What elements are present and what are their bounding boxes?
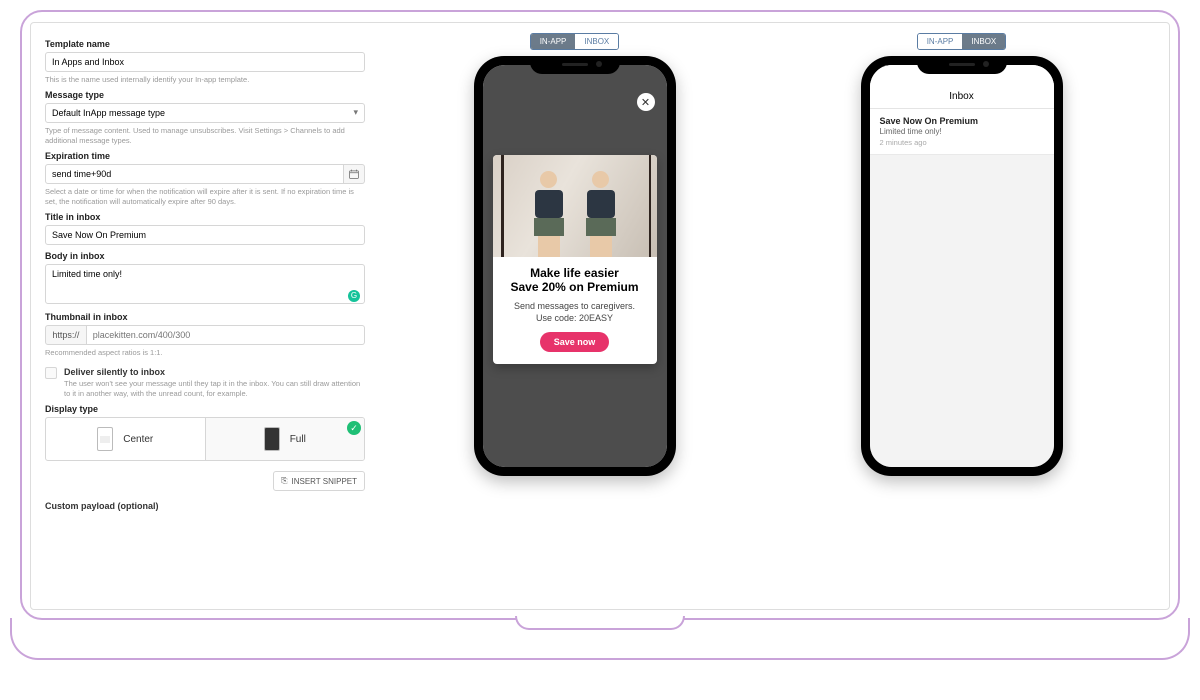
phone-notch-icon [530, 56, 620, 74]
title-label: Title in inbox [45, 212, 365, 222]
grammarly-icon[interactable]: G [348, 290, 360, 302]
full-icon [264, 427, 280, 451]
inapp-preview-col: IN-APP INBOX ✕ Make life easi [381, 33, 768, 599]
display-label: Display type [45, 404, 365, 414]
tab-inapp-2[interactable]: IN-APP [918, 34, 963, 49]
screen: Template name This is the name used inte… [30, 22, 1170, 610]
calendar-icon [349, 169, 359, 179]
inbox-item-sub: Limited time only! [880, 127, 1044, 136]
phone-inapp: ✕ Make life easier Save 20% on Premium S… [474, 56, 676, 476]
silent-title: Deliver silently to inbox [64, 367, 365, 377]
expiration-help: Select a date or time for when the notif… [45, 187, 365, 206]
display-type-row: Center Full ✓ [45, 417, 365, 461]
display-center-label: Center [123, 434, 153, 445]
thumb-input[interactable] [87, 325, 365, 345]
message-type-label: Message type [45, 90, 365, 100]
preview-tabs-right: IN-APP INBOX [917, 33, 1007, 50]
form-panel: Template name This is the name used inte… [45, 33, 365, 599]
body-label: Body in inbox [45, 251, 365, 261]
inapp-heading-1: Make life easier [503, 266, 647, 280]
laptop-frame: Template name This is the name used inte… [20, 10, 1180, 620]
calendar-button[interactable] [344, 164, 365, 184]
inapp-text-1: Send messages to caregivers. [503, 300, 647, 312]
preview-tabs-left: IN-APP INBOX [530, 33, 620, 50]
template-name-input[interactable] [45, 52, 365, 72]
close-icon[interactable]: ✕ [637, 93, 655, 111]
preview-panel: IN-APP INBOX ✕ Make life easi [381, 33, 1155, 599]
display-center-option[interactable]: Center [46, 418, 205, 460]
thumb-help: Recommended aspect ratios is 1:1. [45, 348, 365, 357]
expiration-input[interactable] [45, 164, 344, 184]
display-full-label: Full [290, 434, 306, 445]
payload-label: Custom payload (optional) [45, 501, 365, 511]
title-input[interactable] [45, 225, 365, 245]
silent-row: Deliver silently to inbox The user won't… [45, 367, 365, 398]
tab-inbox-2[interactable]: INBOX [962, 34, 1005, 49]
phone-notch-icon-2 [917, 56, 1007, 74]
template-name-label: Template name [45, 39, 365, 49]
thumb-label: Thumbnail in inbox [45, 312, 365, 322]
body-textarea[interactable] [45, 264, 365, 304]
message-type-help: Type of message content. Used to manage … [45, 126, 365, 145]
inbox-item[interactable]: Save Now On Premium Limited time only! 2… [870, 109, 1054, 155]
tab-inbox[interactable]: INBOX [575, 34, 618, 49]
center-icon [97, 427, 113, 451]
snippet-label: INSERT SNIPPET [292, 477, 358, 486]
laptop-hinge [515, 616, 685, 630]
inapp-image [493, 155, 657, 257]
expiration-label: Expiration time [45, 151, 365, 161]
inbox-item-time: 2 minutes ago [880, 138, 1044, 147]
display-full-option[interactable]: Full [205, 418, 365, 460]
phone-inbox: Inbox Save Now On Premium Limited time o… [861, 56, 1063, 476]
silent-help: The user won't see your message until th… [64, 379, 365, 398]
silent-checkbox[interactable] [45, 367, 57, 379]
inbox-item-title: Save Now On Premium [880, 116, 1044, 126]
inapp-cta-button[interactable]: Save now [540, 332, 610, 352]
snippet-icon: ⎘ [281, 476, 287, 486]
insert-snippet-button[interactable]: ⎘ INSERT SNIPPET [273, 471, 365, 491]
inapp-text-2: Use code: 20EASY [503, 312, 647, 324]
laptop-base [10, 618, 1190, 660]
inapp-heading-2: Save 20% on Premium [503, 280, 647, 294]
check-icon: ✓ [347, 421, 361, 435]
thumb-protocol[interactable]: https:// [45, 325, 87, 345]
template-name-help: This is the name used internally identif… [45, 75, 365, 84]
tab-inapp[interactable]: IN-APP [531, 34, 576, 49]
inapp-card: Make life easier Save 20% on Premium Sen… [493, 155, 657, 364]
inbox-preview-col: IN-APP INBOX Inbox Save Now On Premium L… [768, 33, 1155, 599]
message-type-select[interactable] [45, 103, 365, 123]
